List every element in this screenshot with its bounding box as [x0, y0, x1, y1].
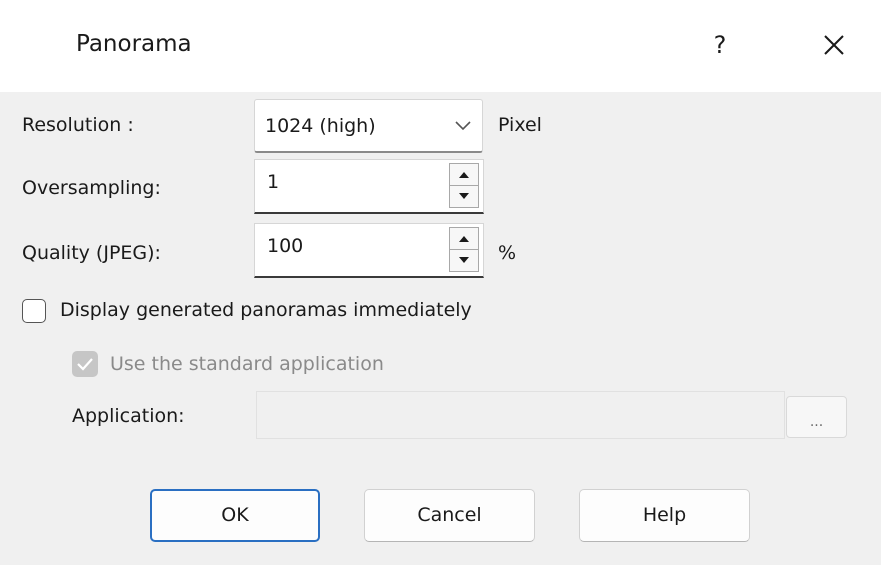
cancel-button[interactable]: Cancel	[364, 489, 535, 542]
quality-decrement-button[interactable]	[450, 250, 478, 271]
display-immediately-label[interactable]: Display generated panoramas immediately	[60, 299, 472, 321]
ok-button[interactable]: OK	[150, 489, 320, 542]
oversampling-spinbox[interactable]: 1	[254, 159, 484, 214]
application-label: Application:	[72, 405, 185, 427]
oversampling-label: Oversampling:	[22, 177, 161, 199]
quality-value[interactable]: 100	[267, 235, 303, 257]
quality-unit: %	[498, 242, 517, 264]
quality-label: Quality (JPEG):	[22, 242, 161, 264]
oversampling-value[interactable]: 1	[267, 171, 279, 193]
help-title-button[interactable]: ?	[697, 22, 743, 68]
panorama-dialog: Panorama ? Resolution : 1024 (high) Pixe…	[0, 0, 881, 565]
checkmark-icon	[77, 358, 93, 371]
close-icon	[824, 35, 844, 55]
help-button[interactable]: Help	[579, 489, 750, 542]
resolution-unit: Pixel	[498, 114, 542, 136]
quality-spinbox[interactable]: 100	[254, 223, 484, 278]
resolution-select[interactable]: 1024 (high)	[254, 99, 483, 153]
arrow-up-icon	[459, 172, 469, 178]
use-standard-app-label: Use the standard application	[110, 353, 384, 375]
browse-button: ...	[786, 396, 847, 438]
quality-spin-buttons	[449, 227, 479, 272]
quality-increment-button[interactable]	[450, 228, 478, 250]
oversampling-increment-button[interactable]	[450, 164, 478, 186]
dialog-title: Panorama	[76, 31, 192, 57]
arrow-down-icon	[459, 193, 469, 199]
use-standard-app-checkbox	[72, 351, 98, 377]
oversampling-spin-buttons	[449, 163, 479, 208]
close-button[interactable]	[810, 22, 856, 68]
resolution-value: 1024 (high)	[265, 115, 376, 137]
arrow-up-icon	[459, 236, 469, 242]
oversampling-decrement-button[interactable]	[450, 186, 478, 207]
application-path-field	[256, 391, 785, 439]
arrow-down-icon	[459, 257, 469, 263]
resolution-label: Resolution :	[22, 114, 134, 136]
display-immediately-checkbox[interactable]	[22, 299, 46, 323]
title-bar: Panorama ?	[0, 0, 881, 92]
chevron-down-icon	[455, 121, 471, 131]
